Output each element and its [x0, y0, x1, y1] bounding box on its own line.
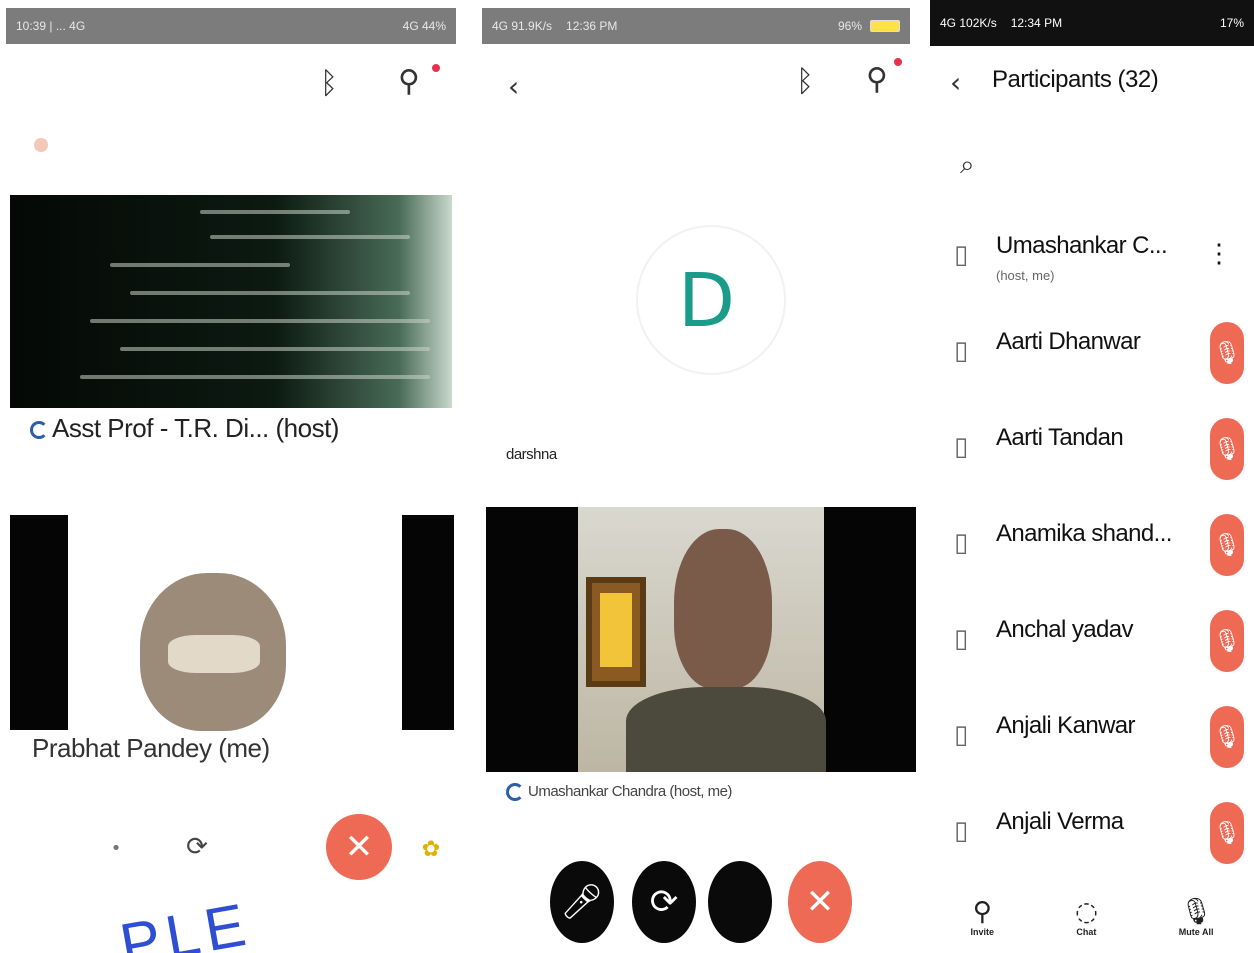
video-toggle-button[interactable]: [708, 861, 772, 943]
participant-name: Umashankar C...: [996, 232, 1168, 259]
host-video-tile[interactable]: [10, 195, 452, 408]
mute-all-label: Mute All: [1178, 927, 1214, 937]
face-highlight: [168, 635, 260, 673]
letterbox-right: [402, 515, 454, 730]
bluetooth-icon[interactable]: ᛒ: [320, 66, 338, 101]
participant-row[interactable]: ▯ Anjali Verma 🎙︎: [930, 786, 1254, 882]
board-text: [210, 235, 410, 239]
mute-all-button[interactable]: 🎙︎ Mute All: [1179, 899, 1214, 937]
mic-icon[interactable]: •: [106, 838, 126, 859]
status-bar: 10:39 | ... 4G 4G 44%: [6, 8, 456, 44]
status-time: 12:36 PM: [566, 19, 618, 33]
chat-button[interactable]: ◌ Chat: [1075, 899, 1098, 937]
participants-panel: 4G 102K/s 12:34 PM 17% ‹ Participants (3…: [930, 0, 1254, 953]
search-icon[interactable]: ⌕: [960, 150, 975, 181]
host-name: Asst Prof - T.R. Di... (host): [52, 413, 339, 443]
notification-dot: [432, 64, 440, 72]
stamp-watermark: PLE: [115, 890, 257, 953]
participant-name: Aarti Dhanwar: [996, 328, 1141, 355]
avatar-letter: D: [678, 258, 735, 344]
status-left: 4G 102K/s: [940, 16, 997, 30]
host-name: Umashankar Chandra (host, me): [528, 783, 732, 800]
muted-mic-icon[interactable]: 🎙︎: [1210, 514, 1244, 576]
phone-icon: ▯: [954, 240, 969, 270]
status-bar: 4G 102K/s 12:34 PM 17%: [930, 0, 1254, 46]
leave-button[interactable]: ✕: [326, 814, 392, 880]
participant-role: (host, me): [996, 268, 1055, 283]
muted-mic-icon[interactable]: 🎙︎: [1210, 322, 1244, 384]
board-text: [120, 347, 430, 351]
frame-picture: [600, 593, 632, 667]
participants-bottom-bar: ⚲ Invite ◌ Chat 🎙︎ Mute All: [930, 883, 1254, 953]
host-face: [674, 529, 772, 689]
participant-name: Anjali Kanwar: [996, 712, 1136, 739]
participant-row[interactable]: ▯ Aarti Tandan 🎙︎: [930, 402, 1254, 498]
letterbox-left: [10, 515, 68, 730]
participant-name: Anjali Verma: [996, 808, 1124, 835]
chat-label: Chat: [1076, 927, 1097, 937]
muted-mic-icon[interactable]: 🎙︎: [1210, 706, 1244, 768]
phone-icon: ▯: [954, 624, 969, 654]
participant-name: Anamika shand...: [996, 520, 1172, 547]
muted-mic-icon[interactable]: 🎙︎: [1210, 802, 1244, 864]
participant-row[interactable]: ▯ Umashankar C... (host, me) ⋮: [930, 210, 1254, 306]
status-left: 4G 91.9K/s: [492, 19, 553, 33]
audio-indicator-icon: [30, 421, 48, 440]
participant-row[interactable]: ▯ Aarti Dhanwar 🎙︎: [930, 306, 1254, 402]
mute-button[interactable]: 🎤︎: [550, 861, 614, 943]
host-caption: Asst Prof - T.R. Di... (host): [30, 413, 339, 444]
status-right: 17%: [1219, 16, 1244, 30]
participant-name: Anchal yadav: [996, 616, 1134, 643]
self-caption: Prabhat Pandey (me): [32, 733, 270, 763]
phone-icon: ▯: [954, 816, 969, 846]
status-bar: 4G 91.9K/s 12:36 PM 96%: [482, 8, 910, 44]
invite-label: Invite: [970, 927, 995, 937]
participants-title: Participants (32): [992, 66, 1159, 93]
status-left: 10:39 | ... 4G: [16, 19, 86, 33]
board-text: [110, 263, 290, 267]
meeting-panel-left: 10:39 | ... 4G 4G 44% ᛒ ⚲ Asst Prof - T.…: [0, 0, 462, 953]
mic-icon: 🎙︎: [1179, 897, 1213, 927]
status-time: 12:34 PM: [1010, 16, 1063, 30]
back-icon[interactable]: ‹: [950, 66, 961, 99]
status-right: 96%: [837, 19, 862, 33]
camera-switch-button[interactable]: ⟳: [632, 861, 696, 943]
audio-indicator-icon: [506, 783, 524, 802]
reaction-icon[interactable]: ✿: [414, 832, 448, 866]
status-right: 4G 44%: [402, 19, 446, 33]
avatar-name: darshna: [506, 446, 557, 463]
participants-icon[interactable]: ⚲: [398, 64, 420, 99]
meeting-panel-middle: 4G 91.9K/s 12:36 PM 96% ‹ ᛒ ⚲ D darshna …: [476, 0, 926, 953]
phone-icon: ▯: [954, 528, 969, 558]
record-indicator-icon: [34, 138, 48, 152]
muted-mic-icon[interactable]: 🎙︎: [1210, 610, 1244, 672]
notification-dot: [894, 58, 902, 66]
participant-row[interactable]: ▯ Anjali Kanwar 🎙︎: [930, 690, 1254, 786]
host-caption: Umashankar Chandra (host, me): [506, 783, 732, 802]
camera-switch-icon[interactable]: ⟳: [180, 830, 214, 864]
back-icon[interactable]: ‹: [508, 70, 519, 103]
bluetooth-icon[interactable]: ᛒ: [796, 64, 814, 99]
board-text: [90, 319, 430, 323]
more-icon[interactable]: ⋮: [1206, 238, 1232, 269]
host-shoulders: [626, 687, 826, 772]
participants-icon[interactable]: ⚲: [866, 62, 888, 97]
leave-button[interactable]: ✕: [788, 861, 852, 943]
battery-icon: [870, 20, 900, 32]
invite-button[interactable]: ⚲ Invite: [971, 899, 995, 937]
participant-row[interactable]: ▯ Anamika shand... 🎙︎: [930, 498, 1254, 594]
board-text: [200, 210, 350, 214]
phone-icon: ▯: [954, 432, 969, 462]
board-text: [130, 291, 410, 295]
participant-row[interactable]: ▯ Anchal yadav 🎙︎: [930, 594, 1254, 690]
host-video-tile[interactable]: [486, 507, 916, 772]
phone-icon: ▯: [954, 720, 969, 750]
chat-icon: ◌: [1075, 897, 1098, 927]
participant-name: Aarti Tandan: [996, 424, 1124, 451]
person-add-icon: ⚲: [972, 897, 992, 927]
muted-mic-icon[interactable]: 🎙︎: [1210, 418, 1244, 480]
phone-icon: ▯: [954, 336, 969, 366]
board-text: [80, 375, 430, 379]
